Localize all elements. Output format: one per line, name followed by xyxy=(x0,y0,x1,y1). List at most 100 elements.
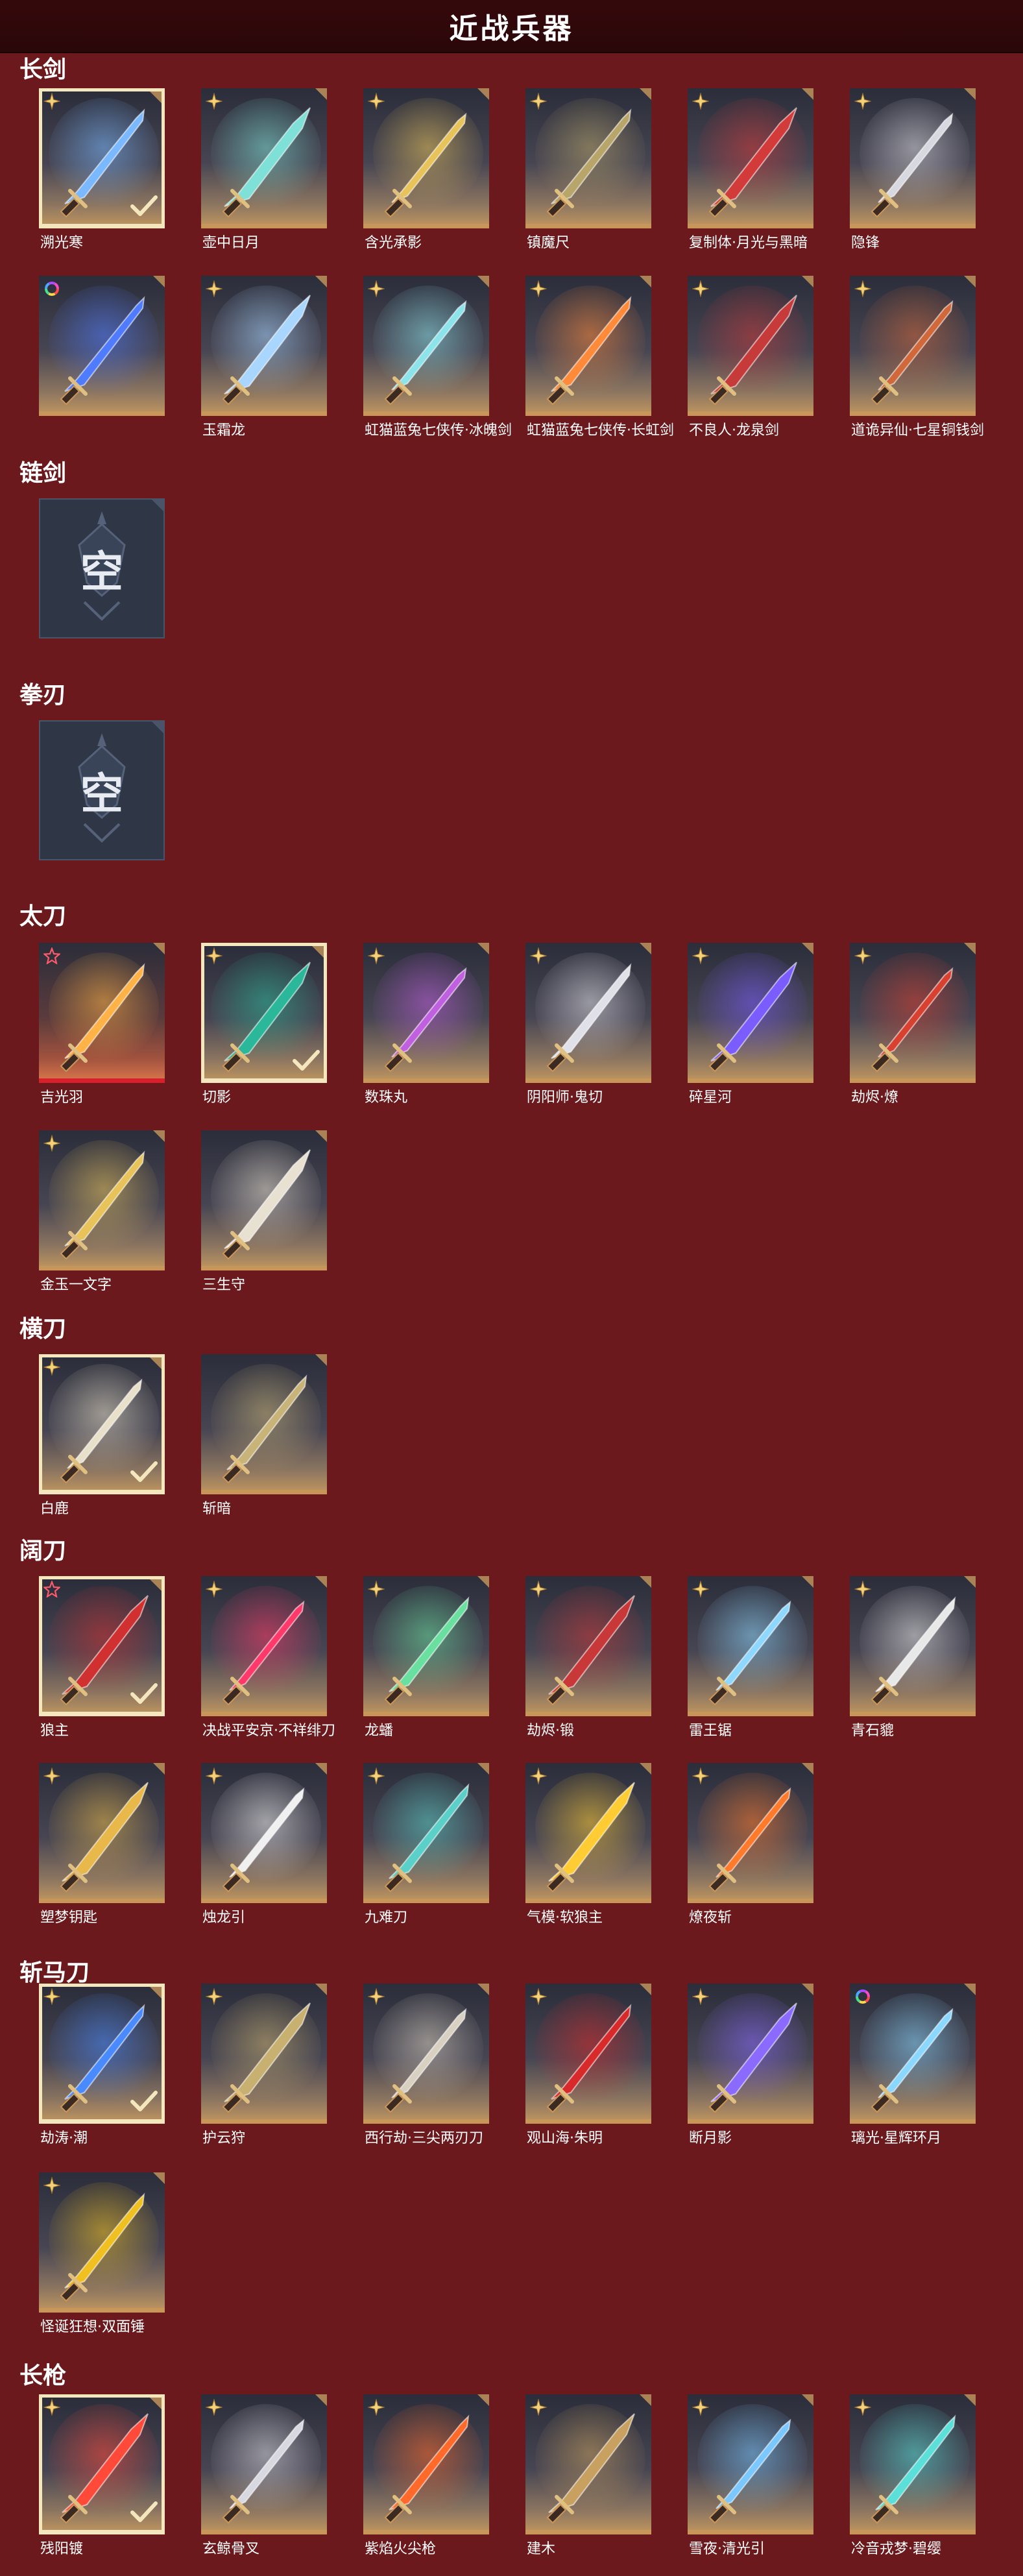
weapon-card[interactable]: 燎夜斩 xyxy=(688,1763,813,1926)
weapon-name: 金玉一文字 xyxy=(40,1277,112,1293)
empty-weapon-slot[interactable]: 空 xyxy=(39,498,165,638)
weapon-card[interactable]: 紫焰火尖枪 xyxy=(363,2394,489,2557)
weapon-name: 不良人·龙泉剑 xyxy=(689,422,779,439)
weapon-name: 观山海·朱明 xyxy=(527,2130,603,2146)
weapon-card[interactable]: 九难刀 xyxy=(363,1763,489,1926)
gold-star-icon xyxy=(43,1988,60,2005)
weapon-card[interactable]: 龙蟠 xyxy=(363,1576,489,1739)
empty-weapon-slot[interactable]: 空 xyxy=(39,720,165,860)
weapon-card[interactable]: 烛龙引 xyxy=(201,1763,327,1926)
weapon-card[interactable]: 隐锋 xyxy=(850,88,976,251)
weapon-card[interactable]: 含光承影 xyxy=(363,88,489,251)
checkmark-icon xyxy=(292,1048,320,1073)
weapon-card[interactable]: 玉霜龙 xyxy=(201,276,327,439)
weapon-card[interactable]: 镇魔尺 xyxy=(525,88,651,251)
weapon-name: 塑梦钥匙 xyxy=(40,1910,98,1926)
weapon-card[interactable]: 雪夜·清光引 xyxy=(688,2394,813,2557)
page-title: 近战兵器 xyxy=(449,12,574,45)
weapon-card[interactable]: 虹猫蓝兔七侠传·冰魄剑 xyxy=(363,276,512,439)
checkmark-icon xyxy=(130,2499,158,2524)
gold-star-icon xyxy=(43,2177,60,2194)
gold-star-icon xyxy=(368,1581,385,1598)
weapon-card[interactable]: 护云狩 xyxy=(201,1984,327,2146)
weapon-card[interactable]: 建木 xyxy=(525,2394,651,2557)
weapon-card[interactable]: 数珠丸 xyxy=(363,943,489,1106)
weapon-card[interactable]: 狼主 xyxy=(39,1576,165,1739)
weapon-card[interactable]: 虹猫蓝兔七侠传·长虹剑 xyxy=(525,276,674,439)
gold-star-icon xyxy=(368,93,385,110)
weapon-name: 壶中日月 xyxy=(202,235,260,251)
gold-star-icon xyxy=(692,1581,709,1598)
weapon-card[interactable]: 西行劫·三尖两刃刀 xyxy=(363,1984,489,2146)
weapon-card[interactable]: 决战平安京·不祥绯刀 xyxy=(201,1576,335,1739)
weapon-card[interactable]: 劫涛·潮 xyxy=(39,1984,165,2146)
checkmark-icon xyxy=(130,1459,158,1484)
weapon-card[interactable]: 断月影 xyxy=(688,1984,813,2146)
weapon-card[interactable]: 不良人·龙泉剑 xyxy=(688,276,813,439)
section-title: 拳刃 xyxy=(19,682,67,709)
gold-star-icon xyxy=(692,1988,709,2005)
weapon-name: 玄鲸骨叉 xyxy=(202,2541,260,2557)
weapon-card[interactable]: 碎星河 xyxy=(688,943,813,1106)
red-star-icon xyxy=(43,1581,60,1598)
weapon-card[interactable]: 劫烬·燎 xyxy=(850,943,976,1106)
weapon-card[interactable]: 壶中日月 xyxy=(201,88,327,251)
weapon-name: 璃光·星辉环月 xyxy=(851,2130,941,2146)
weapon-name: 护云狩 xyxy=(202,2130,246,2146)
checkmark-icon xyxy=(130,1681,158,1706)
gold-star-icon xyxy=(206,2399,223,2416)
gold-star-icon xyxy=(530,93,547,110)
weapon-card[interactable]: 复制体·月光与黑暗 xyxy=(688,88,813,251)
weapon-card[interactable]: 雷王锯 xyxy=(688,1576,813,1739)
gold-star-icon xyxy=(368,280,385,297)
checkmark-icon xyxy=(130,2089,158,2113)
weapon-card[interactable]: 阴阳师·鬼切 xyxy=(525,943,651,1106)
gold-star-icon xyxy=(43,1135,60,1152)
weapon-name: 龙蟠 xyxy=(365,1723,394,1739)
weapon-card[interactable]: 白鹿 xyxy=(39,1354,165,1517)
weapon-name: 建木 xyxy=(527,2541,556,2557)
weapon-card[interactable]: 三生守 xyxy=(201,1130,327,1293)
gold-star-icon xyxy=(692,947,709,964)
gold-star-icon xyxy=(530,1581,547,1598)
weapon-card[interactable]: 青石貔 xyxy=(850,1576,976,1739)
gold-star-icon xyxy=(692,280,709,297)
gold-star-icon xyxy=(368,1988,385,2005)
weapon-card[interactable]: 观山海·朱明 xyxy=(525,1984,651,2146)
rainbow-ring-icon xyxy=(854,1988,871,2005)
weapon-name: 斩暗 xyxy=(202,1501,232,1517)
weapon-card[interactable]: 气模·软狼主 xyxy=(525,1763,651,1926)
weapon-name: 九难刀 xyxy=(365,1910,408,1926)
gold-star-icon xyxy=(43,1359,60,1376)
weapon-card[interactable]: 吉光羽 xyxy=(39,943,165,1106)
weapon-name: 决战平安京·不祥绯刀 xyxy=(202,1723,335,1739)
weapon-name: 玉霜龙 xyxy=(202,422,246,439)
gold-star-icon xyxy=(530,1988,547,2005)
weapon-name: 镇魔尺 xyxy=(527,235,570,251)
weapon-card[interactable]: 残阳镀 xyxy=(39,2394,165,2557)
section-title: 链剑 xyxy=(19,460,67,487)
gold-star-icon xyxy=(43,1768,60,1784)
page-header: 近战兵器 xyxy=(0,0,1023,53)
weapon-image xyxy=(201,1354,327,1490)
gold-star-icon xyxy=(206,93,223,110)
weapon-name: 隐锋 xyxy=(851,235,880,251)
weapon-card[interactable]: 璃光·星辉环月 xyxy=(850,1984,976,2146)
weapon-card[interactable]: 斩暗 xyxy=(201,1354,327,1517)
weapon-name: 紫焰火尖枪 xyxy=(365,2541,437,2557)
section-title: 横刀 xyxy=(19,1316,67,1343)
red-star-icon xyxy=(43,947,60,964)
weapon-name: 阴阳师·鬼切 xyxy=(527,1089,603,1106)
weapon-card[interactable]: 切影 xyxy=(201,943,327,1106)
weapon-card[interactable]: 道诡异仙·七星铜钱剑 xyxy=(850,276,984,439)
weapon-card[interactable]: 金玉一文字 xyxy=(39,1130,165,1293)
weapon-card[interactable]: 怪诞狂想·双面锤 xyxy=(39,2172,165,2335)
section-title: 太刀 xyxy=(19,903,67,930)
weapon-card[interactable]: 塑梦钥匙 xyxy=(39,1763,165,1926)
weapon-card[interactable]: 冷音戎梦·碧缨 xyxy=(850,2394,976,2557)
weapon-card[interactable]: 劫烬·锻 xyxy=(525,1576,651,1739)
weapon-name: 气模·软狼主 xyxy=(527,1910,603,1926)
weapon-card[interactable]: 溯光寒 xyxy=(39,88,165,251)
weapon-card[interactable] xyxy=(39,276,165,416)
weapon-card[interactable]: 玄鲸骨叉 xyxy=(201,2394,327,2557)
